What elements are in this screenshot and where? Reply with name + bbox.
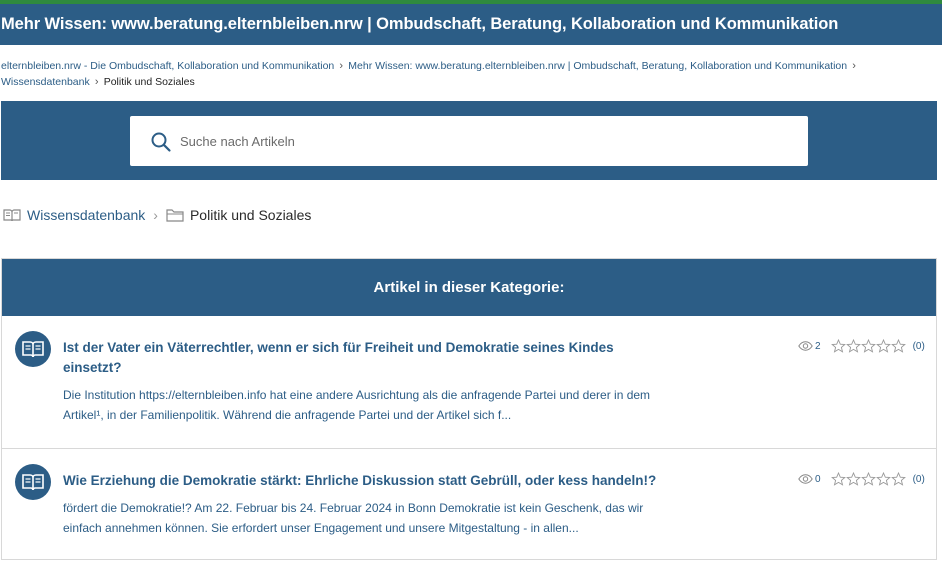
star-rating[interactable]	[830, 472, 906, 486]
breadcrumb-mehr-wissen[interactable]: Mehr Wissen: www.beratung.elternbleiben.…	[348, 60, 847, 72]
article-meta: 0 (0)	[798, 472, 928, 486]
site-title[interactable]: Mehr Wissen: www.beratung.elternbleiben.…	[1, 15, 838, 34]
panel-header: Artikel in dieser Kategorie:	[2, 259, 936, 316]
star-icon[interactable]	[845, 339, 861, 353]
eye-icon	[798, 341, 813, 351]
kb-root-link[interactable]: Wissensdatenbank	[27, 207, 145, 223]
view-count: 0	[815, 473, 821, 485]
list-item: Wie Erziehung die Demokratie stärkt: Ehr…	[2, 448, 936, 560]
folder-icon	[166, 209, 184, 222]
article-meta: 2 (0)	[798, 339, 928, 353]
star-icon[interactable]	[875, 339, 891, 353]
article-title[interactable]: Ist der Vater ein Väterrechtler, wenn er…	[63, 338, 663, 378]
articles-panel: Artikel in dieser Kategorie: Ist der Vat…	[1, 258, 937, 560]
star-icon[interactable]	[830, 472, 846, 486]
chevron-right-icon: ›	[94, 76, 99, 88]
article-title[interactable]: Wie Erziehung die Demokratie stärkt: Ehr…	[63, 471, 663, 491]
view-count: 2	[815, 340, 821, 352]
book-open-icon	[15, 331, 51, 367]
breadcrumb-wissensdatenbank[interactable]: Wissensdatenbank	[1, 76, 90, 88]
chevron-right-icon: ›	[339, 60, 344, 72]
kb-current-category: Politik und Soziales	[189, 207, 312, 223]
breadcrumb: elternbleiben.nrw - Die Ombudschaft, Kol…	[1, 58, 931, 90]
panel-heading: Artikel in dieser Kategorie:	[373, 279, 565, 296]
star-icon[interactable]	[875, 472, 891, 486]
article-excerpt: Die Institution https://elternbleiben.in…	[63, 388, 651, 422]
star-icon[interactable]	[860, 339, 876, 353]
site-header: Mehr Wissen: www.beratung.elternbleiben.…	[0, 4, 942, 45]
star-icon[interactable]	[830, 339, 846, 353]
search-input[interactable]	[180, 128, 780, 154]
kb-breadcrumb: Wissensdatenbank › Politik und Soziales	[3, 205, 311, 225]
chevron-right-icon: ›	[153, 207, 158, 223]
article-excerpt: fördert die Demokratie!? Am 22. Februar …	[63, 501, 644, 535]
search-box[interactable]	[130, 116, 808, 166]
book-icon	[3, 209, 21, 222]
chevron-right-icon: ›	[852, 60, 856, 72]
search-icon[interactable]	[150, 131, 172, 153]
star-icon[interactable]	[845, 472, 861, 486]
star-rating[interactable]	[830, 339, 906, 353]
star-icon[interactable]	[860, 472, 876, 486]
star-icon[interactable]	[890, 339, 906, 353]
list-item: Ist der Vater ein Väterrechtler, wenn er…	[2, 316, 936, 448]
book-open-icon	[15, 464, 51, 500]
eye-icon	[798, 474, 813, 484]
rating-count: (0)	[912, 473, 925, 485]
search-band	[1, 101, 937, 180]
rating-count: (0)	[912, 340, 925, 352]
star-icon[interactable]	[890, 472, 906, 486]
breadcrumb-current: Politik und Soziales	[103, 76, 195, 88]
breadcrumb-home[interactable]: elternbleiben.nrw - Die Ombudschaft, Kol…	[1, 60, 334, 72]
